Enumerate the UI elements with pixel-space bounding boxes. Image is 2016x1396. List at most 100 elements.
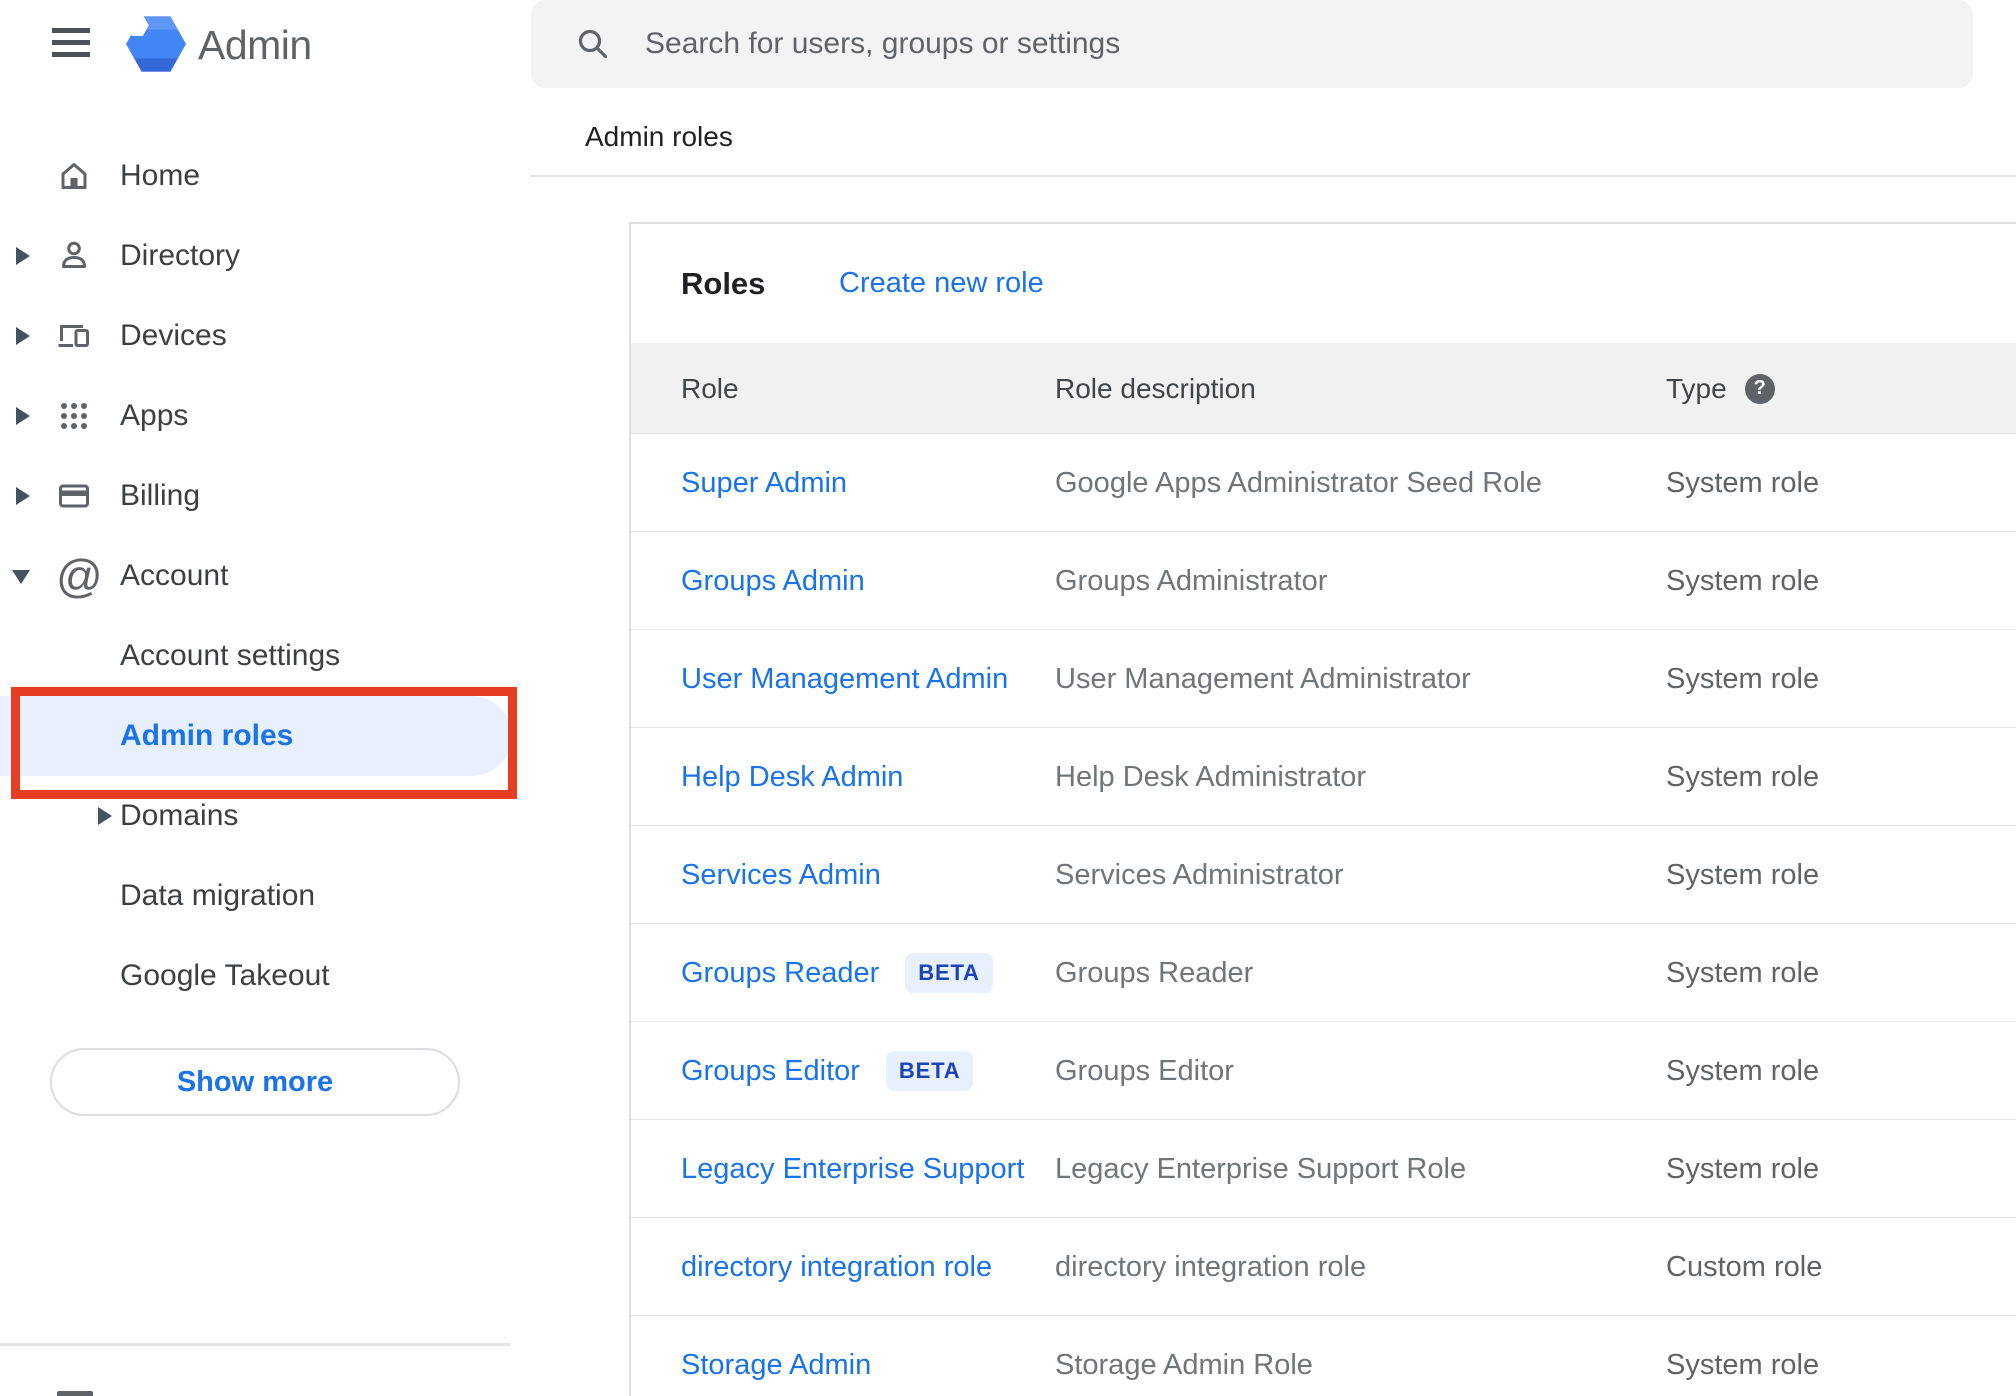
- table-row: Super Admin Google Apps Administrator Se…: [631, 434, 2016, 532]
- role-type: Custom role: [1666, 1251, 1823, 1283]
- person-icon: [56, 238, 92, 274]
- role-cell: directory integration role: [681, 1218, 992, 1316]
- card-header: Roles Create new role: [631, 224, 2016, 343]
- sidebar-item-data-migration[interactable]: Data migration: [0, 856, 531, 936]
- credit-card-icon: [56, 478, 92, 514]
- expand-arrow-icon[interactable]: [16, 327, 30, 345]
- role-link[interactable]: directory integration role: [681, 1251, 992, 1284]
- table-row: directory integration role directory int…: [631, 1218, 2016, 1316]
- column-header-type-label: Type: [1666, 372, 1727, 404]
- card-title: Roles: [681, 266, 766, 301]
- sidebar-nav: Home Directory Devices Apps Billing @ Account A…: [0, 136, 531, 1016]
- role-cell: User Management Admin: [681, 630, 1008, 728]
- sidebar-item-account[interactable]: @ Account: [0, 536, 531, 616]
- sidebar-item-billing[interactable]: Billing: [0, 456, 531, 536]
- role-description: User Management Administrator: [1055, 663, 1471, 695]
- role-cell: Storage Admin: [681, 1316, 871, 1396]
- role-cell: Groups Admin: [681, 532, 865, 630]
- role-description: Help Desk Administrator: [1055, 761, 1367, 793]
- role-link[interactable]: Groups Reader: [681, 957, 879, 990]
- help-icon[interactable]: ?: [1744, 373, 1775, 404]
- beta-badge: BETA: [885, 1051, 974, 1091]
- role-type: System role: [1666, 663, 1820, 695]
- sidebar-item-label: Home: [120, 159, 201, 192]
- search-input[interactable]: [645, 0, 1925, 88]
- expand-arrow-icon[interactable]: [16, 407, 30, 425]
- role-type: System role: [1666, 957, 1820, 989]
- role-description: Storage Admin Role: [1055, 1349, 1313, 1381]
- table-row: Groups Admin Groups Administrator System…: [631, 532, 2016, 630]
- sidebar-item-label: Billing: [120, 479, 201, 512]
- role-description: directory integration role: [1055, 1251, 1367, 1283]
- column-header-description: Role description: [1055, 373, 1256, 404]
- expand-arrow-icon[interactable]: [16, 487, 30, 505]
- home-icon: [56, 158, 92, 194]
- expand-arrow-icon[interactable]: [16, 247, 30, 265]
- sidebar-item-label: Google Takeout: [120, 959, 330, 992]
- admin-logo-icon: [126, 14, 186, 74]
- role-cell: Services Admin: [681, 826, 881, 924]
- sidebar-bottom-divider: [0, 1343, 510, 1346]
- devices-icon: [56, 318, 92, 354]
- sidebar-item-devices[interactable]: Devices: [0, 296, 531, 376]
- sidebar-item-account-settings[interactable]: Account settings: [0, 616, 531, 696]
- partial-bottom-icon: [57, 1391, 93, 1396]
- role-description: Services Administrator: [1055, 859, 1344, 891]
- role-link[interactable]: Groups Admin: [681, 565, 865, 598]
- sidebar-item-label: Account settings: [120, 639, 341, 672]
- show-more-button[interactable]: Show more: [50, 1048, 460, 1116]
- sidebar-item-label: Admin roles: [120, 719, 294, 752]
- roles-table-body: Super Admin Google Apps Administrator Se…: [631, 434, 2016, 1396]
- beta-badge: BETA: [905, 953, 993, 993]
- table-row: Storage Admin Storage Admin Role System …: [631, 1316, 2016, 1396]
- role-link[interactable]: Groups Editor: [681, 1055, 860, 1088]
- sidebar-item-home[interactable]: Home: [0, 136, 531, 216]
- role-description: Legacy Enterprise Support Role: [1055, 1153, 1467, 1185]
- role-type: System role: [1666, 859, 1820, 891]
- expand-arrow-icon[interactable]: [98, 807, 112, 825]
- table-row: User Management Admin User Management Ad…: [631, 630, 2016, 728]
- at-icon: @: [56, 550, 103, 602]
- create-new-role-link[interactable]: Create new role: [839, 224, 1044, 343]
- role-link[interactable]: Legacy Enterprise Support: [681, 1153, 1024, 1186]
- role-link[interactable]: Storage Admin: [681, 1349, 871, 1382]
- sidebar-item-domains[interactable]: Domains: [0, 776, 531, 856]
- role-description: Groups Reader: [1055, 957, 1254, 989]
- sidebar-item-directory[interactable]: Directory: [0, 216, 531, 296]
- role-link[interactable]: User Management Admin: [681, 663, 1008, 696]
- column-header-type: Type ?: [1666, 343, 1775, 434]
- role-cell: Legacy Enterprise Support: [681, 1120, 1024, 1218]
- sidebar-item-label: Apps: [120, 399, 189, 432]
- sidebar-item-admin-roles[interactable]: Admin roles: [0, 696, 512, 776]
- sidebar-item-google-takeout[interactable]: Google Takeout: [0, 936, 531, 1016]
- roles-card: Roles Create new role Role Role descript…: [629, 222, 2016, 1396]
- role-type: System role: [1666, 1153, 1820, 1185]
- table-row: Groups Reader BETA Groups Reader System …: [631, 924, 2016, 1022]
- collapse-arrow-icon[interactable]: [12, 570, 30, 584]
- role-cell: Help Desk Admin: [681, 728, 903, 826]
- column-header-role: Role: [681, 373, 739, 404]
- menu-icon[interactable]: [52, 28, 90, 58]
- apps-grid-icon: [56, 398, 92, 434]
- sidebar-item-label: Devices: [120, 319, 227, 352]
- role-description: Groups Editor: [1055, 1055, 1234, 1087]
- table-row: Legacy Enterprise Support Legacy Enterpr…: [631, 1120, 2016, 1218]
- role-link[interactable]: Help Desk Admin: [681, 761, 903, 794]
- role-cell: Groups Editor BETA: [681, 1022, 974, 1120]
- sidebar-item-label: Domains: [120, 799, 239, 832]
- role-type: System role: [1666, 1055, 1820, 1087]
- role-type: System role: [1666, 467, 1820, 499]
- role-link[interactable]: Services Admin: [681, 859, 881, 892]
- table-row: Help Desk Admin Help Desk Administrator …: [631, 728, 2016, 826]
- app-title: Admin: [198, 22, 312, 68]
- breadcrumb: Admin roles: [585, 121, 733, 152]
- breadcrumb-divider: [530, 175, 2016, 177]
- table-row: Services Admin Services Administrator Sy…: [631, 826, 2016, 924]
- sidebar-item-apps[interactable]: Apps: [0, 376, 531, 456]
- role-cell: Super Admin: [681, 434, 847, 532]
- role-link[interactable]: Super Admin: [681, 467, 847, 500]
- role-type: System role: [1666, 565, 1820, 597]
- table-header-row: Role Role description Type ?: [631, 343, 2016, 434]
- role-type: System role: [1666, 1349, 1820, 1381]
- search-bar[interactable]: [531, 0, 1973, 88]
